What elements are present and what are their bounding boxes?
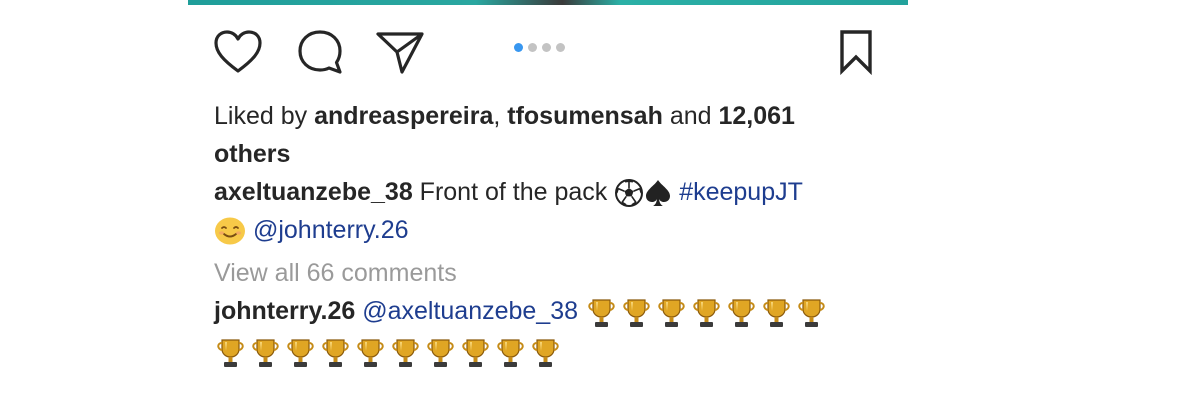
post-media-edge[interactable] (188, 0, 908, 5)
comment-icon (298, 30, 342, 74)
paper-plane-icon (376, 32, 424, 74)
liker-username[interactable]: tfosumensah (507, 102, 663, 130)
heart-icon (214, 30, 262, 73)
caption-text: Front of the pack (419, 178, 608, 206)
likes-count[interactable]: 12,061 (718, 102, 794, 130)
spade-icon (644, 178, 672, 208)
trophy-icon (284, 337, 317, 370)
trophy-emoji-row-1 (585, 293, 830, 331)
trophy-icon (319, 337, 352, 370)
carousel-dot-active (514, 43, 523, 52)
carousel-dot (556, 43, 565, 52)
trophy-icon (389, 337, 422, 370)
trophy-icon (620, 297, 653, 330)
trophy-icon (760, 297, 793, 330)
caption-mention[interactable]: @johnterry.26 (253, 216, 409, 244)
likes-summary: Liked by andreaspereira, tfosumensah and… (214, 97, 884, 173)
trophy-icon (529, 337, 562, 370)
liker-username[interactable]: andreaspereira (314, 102, 493, 130)
share-button[interactable] (374, 26, 426, 78)
likes-prefix: Liked by (214, 102, 308, 130)
post-caption: axeltuanzebe_38 Front of the pack #keepu… (214, 173, 884, 249)
like-button[interactable] (212, 26, 264, 78)
trophy-icon (690, 297, 723, 330)
soccer-ball-icon (614, 178, 644, 208)
action-bar (214, 26, 884, 78)
bookmark-icon (840, 30, 872, 75)
smiling-face-icon (214, 216, 246, 246)
trophy-icon (459, 337, 492, 370)
likes-others[interactable]: others (214, 140, 290, 168)
trophy-emoji-row-2 (214, 333, 564, 371)
trophy-icon (725, 297, 758, 330)
comment-button[interactable] (294, 26, 346, 78)
trophy-icon (424, 337, 457, 370)
trophy-icon (214, 337, 247, 370)
carousel-dot (528, 43, 537, 52)
carousel-pagination (514, 43, 565, 52)
trophy-icon (795, 297, 828, 330)
comment: johnterry.26 @axeltuanzebe_38 (214, 292, 884, 371)
caption-username[interactable]: axeltuanzebe_38 (214, 178, 413, 206)
caption-hashtag[interactable]: #keepupJT (679, 178, 803, 206)
trophy-icon (494, 337, 527, 370)
post-footer: Liked by andreaspereira, tfosumensah and… (214, 26, 884, 371)
carousel-dot (542, 43, 551, 52)
trophy-icon (585, 297, 618, 330)
view-all-comments-link[interactable]: View all 66 comments (214, 254, 884, 292)
trophy-icon (249, 337, 282, 370)
trophy-icon (655, 297, 688, 330)
save-button[interactable] (830, 26, 882, 78)
comment-username[interactable]: johnterry.26 (214, 297, 355, 325)
trophy-icon (354, 337, 387, 370)
comment-mention[interactable]: @axeltuanzebe_38 (362, 297, 578, 325)
likes-separator: , (493, 102, 501, 130)
likes-and: and (669, 102, 712, 130)
